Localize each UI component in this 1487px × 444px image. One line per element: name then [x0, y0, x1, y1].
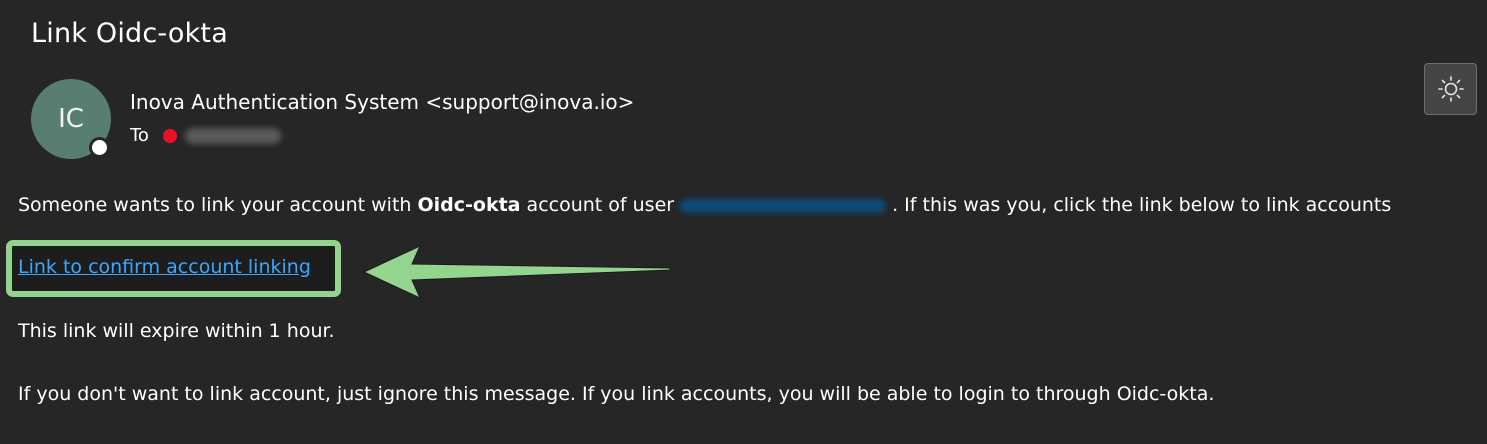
confirm-linking-link[interactable]: Link to confirm account linking	[18, 256, 311, 278]
intro-text-after: . If this was you, click the link below …	[892, 194, 1392, 216]
recipient-name-redacted[interactable]	[184, 127, 281, 144]
email-subject: Link Oidc-okta	[31, 18, 228, 49]
sun-icon	[1437, 76, 1464, 102]
presence-dot	[92, 140, 107, 155]
expiry-notice: This link will expire within 1 hour.	[18, 320, 335, 342]
recipients-row: To	[130, 125, 281, 146]
recipient-status-icon	[162, 128, 177, 143]
to-label: To	[130, 125, 149, 146]
presence-status-icon	[89, 137, 110, 158]
ignore-notice: If you don't want to link account, just …	[18, 383, 1215, 405]
provider-name: Oidc-okta	[417, 194, 521, 216]
body-paragraph-intro: Someone wants to link your account with …	[18, 194, 1391, 216]
arrow-left-icon	[362, 244, 671, 300]
intro-text-before: Someone wants to link your account with	[18, 194, 418, 216]
intro-text-middle: account of user	[520, 194, 675, 216]
email-reading-pane: Link Oidc-okta IC Inova Authentication S…	[0, 0, 1487, 444]
user-email-redacted	[680, 198, 887, 213]
avatar-initials: IC	[58, 104, 84, 134]
theme-toggle-button[interactable]	[1424, 63, 1477, 115]
sender-name[interactable]: Inova Authentication System <support@ino…	[130, 90, 634, 114]
